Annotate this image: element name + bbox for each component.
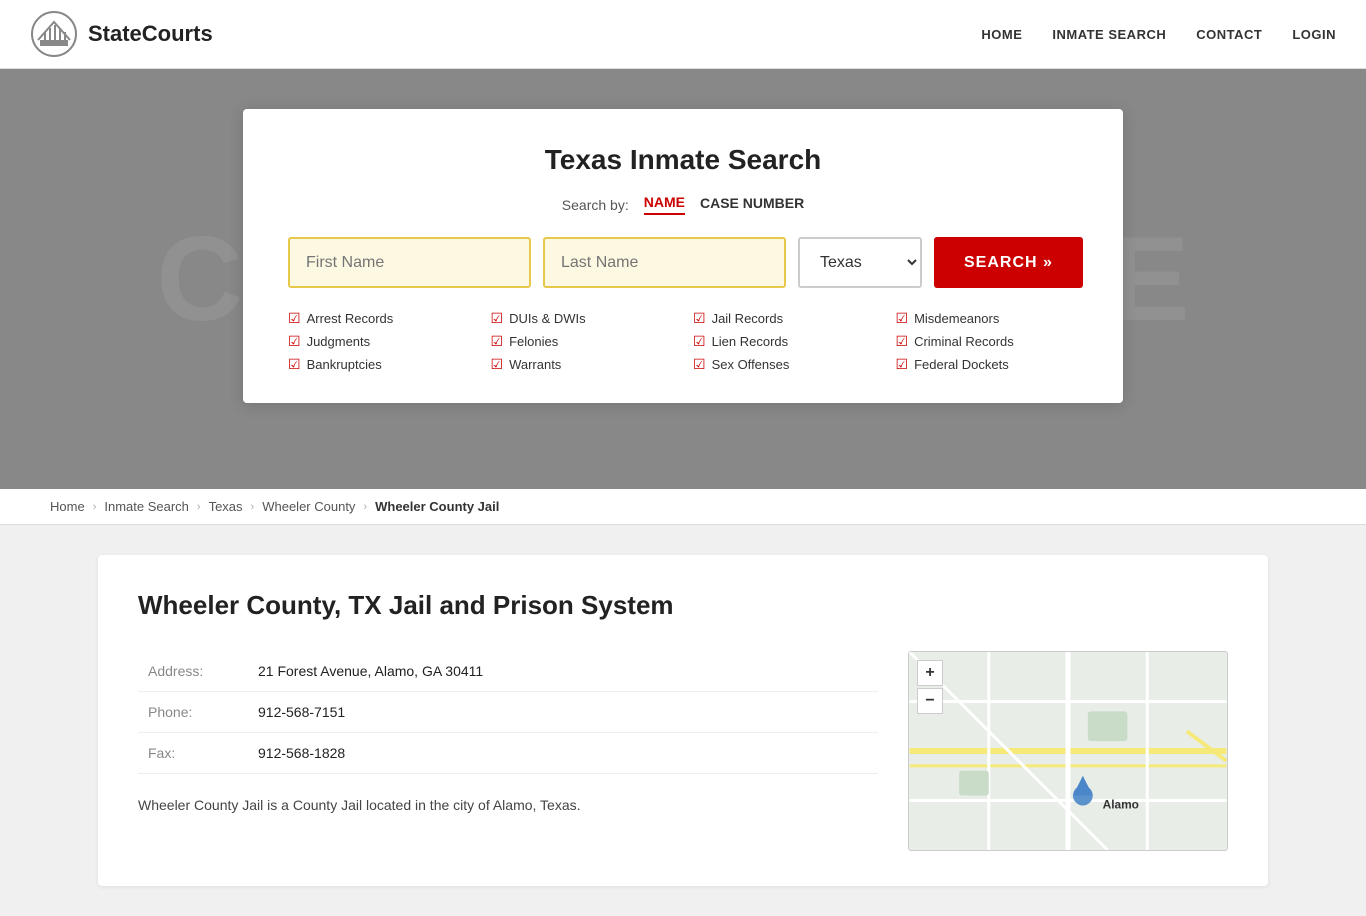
nav-home[interactable]: HOME (981, 27, 1022, 42)
map-controls: + − (917, 660, 943, 714)
check-icon: ☑ (491, 356, 504, 373)
search-button[interactable]: SEARCH » (934, 237, 1083, 288)
breadcrumb-sep: › (197, 501, 201, 513)
site-header: StateCourts HOME INMATE SEARCH CONTACT L… (0, 0, 1366, 69)
map-container: + − (908, 651, 1228, 851)
tab-case-number[interactable]: CASE NUMBER (700, 195, 804, 214)
map-zoom-in[interactable]: + (917, 660, 943, 686)
search-tabs-row: Search by: NAME CASE NUMBER (288, 194, 1078, 215)
check-item-arrest: ☑ Arrest Records (288, 310, 471, 327)
content-layout: Address: 21 Forest Avenue, Alamo, GA 304… (138, 651, 1228, 851)
breadcrumb-current: Wheeler County Jail (375, 499, 499, 514)
check-icon: ☑ (288, 333, 301, 350)
check-icon: ☑ (693, 310, 706, 327)
check-item-bankruptcies: ☑ Bankruptcies (288, 356, 471, 373)
check-icon: ☑ (693, 333, 706, 350)
breadcrumb-sep: › (93, 501, 97, 513)
breadcrumb-home[interactable]: Home (50, 499, 85, 514)
map-zoom-out[interactable]: − (917, 688, 943, 714)
check-label: Arrest Records (307, 311, 394, 326)
phone-label: Phone: (138, 692, 248, 733)
check-item-warrants: ☑ Warrants (491, 356, 674, 373)
check-icon: ☑ (288, 356, 301, 373)
logo-text: StateCourts (88, 21, 213, 47)
search-title: Texas Inmate Search (288, 144, 1078, 176)
phone-value: 912-568-7151 (248, 692, 878, 733)
search-by-label: Search by: (562, 197, 629, 213)
check-label: Bankruptcies (307, 357, 382, 372)
check-icon: ☑ (693, 356, 706, 373)
check-item-criminal: ☑ Criminal Records (896, 333, 1079, 350)
check-label: Warrants (509, 357, 561, 372)
search-fields: Texas Alabama Alaska Arizona California … (288, 237, 1078, 288)
check-icon: ☑ (491, 310, 504, 327)
fax-row: Fax: 912-568-1828 (138, 733, 878, 774)
search-card: Texas Inmate Search Search by: NAME CASE… (243, 109, 1123, 403)
breadcrumb-sep: › (363, 501, 367, 513)
content-card: Wheeler County, TX Jail and Prison Syste… (98, 555, 1268, 886)
check-icon: ☑ (896, 333, 909, 350)
check-item-federal: ☑ Federal Dockets (896, 356, 1079, 373)
fax-label: Fax: (138, 733, 248, 774)
info-table: Address: 21 Forest Avenue, Alamo, GA 304… (138, 651, 878, 774)
nav-inmate-search[interactable]: INMATE SEARCH (1052, 27, 1166, 42)
check-icon: ☑ (896, 310, 909, 327)
breadcrumb-sep: › (251, 501, 255, 513)
main-content: Wheeler County, TX Jail and Prison Syste… (0, 525, 1366, 916)
check-item-judgments: ☑ Judgments (288, 333, 471, 350)
nav-contact[interactable]: CONTACT (1196, 27, 1262, 42)
breadcrumb-inmate-search[interactable]: Inmate Search (104, 499, 189, 514)
check-item-misdemeanors: ☑ Misdemeanors (896, 310, 1079, 327)
check-icon: ☑ (896, 356, 909, 373)
address-row: Address: 21 Forest Avenue, Alamo, GA 304… (138, 651, 878, 692)
main-nav: HOME INMATE SEARCH CONTACT LOGIN (981, 27, 1336, 42)
check-label: Judgments (307, 334, 371, 349)
check-label: Lien Records (712, 334, 789, 349)
map-svg: Alamo (909, 652, 1227, 850)
check-label: DUIs & DWIs (509, 311, 586, 326)
svg-text:Alamo: Alamo (1103, 797, 1139, 811)
check-icon: ☑ (491, 333, 504, 350)
check-label: Jail Records (712, 311, 784, 326)
nav-login[interactable]: LOGIN (1292, 27, 1336, 42)
logo[interactable]: StateCourts (30, 10, 213, 58)
check-label: Felonies (509, 334, 558, 349)
check-label: Misdemeanors (914, 311, 999, 326)
last-name-input[interactable] (543, 237, 786, 288)
tab-name[interactable]: NAME (644, 194, 685, 215)
check-label: Sex Offenses (712, 357, 790, 372)
hero-section: COURTHOUSE Texas Inmate Search Search by… (0, 69, 1366, 489)
first-name-input[interactable] (288, 237, 531, 288)
breadcrumb-wheeler-county[interactable]: Wheeler County (262, 499, 355, 514)
content-left: Address: 21 Forest Avenue, Alamo, GA 304… (138, 651, 878, 816)
check-item-sex-offenses: ☑ Sex Offenses (693, 356, 876, 373)
address-label: Address: (138, 651, 248, 692)
check-item-lien: ☑ Lien Records (693, 333, 876, 350)
check-item-jail: ☑ Jail Records (693, 310, 876, 327)
fax-value: 912-568-1828 (248, 733, 878, 774)
jail-title: Wheeler County, TX Jail and Prison Syste… (138, 590, 1228, 621)
check-item-felonies: ☑ Felonies (491, 333, 674, 350)
phone-row: Phone: 912-568-7151 (138, 692, 878, 733)
description: Wheeler County Jail is a County Jail loc… (138, 794, 878, 816)
breadcrumb: Home › Inmate Search › Texas › Wheeler C… (0, 489, 1366, 525)
breadcrumb-texas[interactable]: Texas (209, 499, 243, 514)
address-value: 21 Forest Avenue, Alamo, GA 30411 (248, 651, 878, 692)
checklist: ☑ Arrest Records ☑ DUIs & DWIs ☑ Jail Re… (288, 310, 1078, 373)
check-icon: ☑ (288, 310, 301, 327)
logo-icon (30, 10, 78, 58)
check-label: Criminal Records (914, 334, 1014, 349)
state-select[interactable]: Texas Alabama Alaska Arizona California … (798, 237, 922, 288)
check-label: Federal Dockets (914, 357, 1009, 372)
check-item-duis: ☑ DUIs & DWIs (491, 310, 674, 327)
